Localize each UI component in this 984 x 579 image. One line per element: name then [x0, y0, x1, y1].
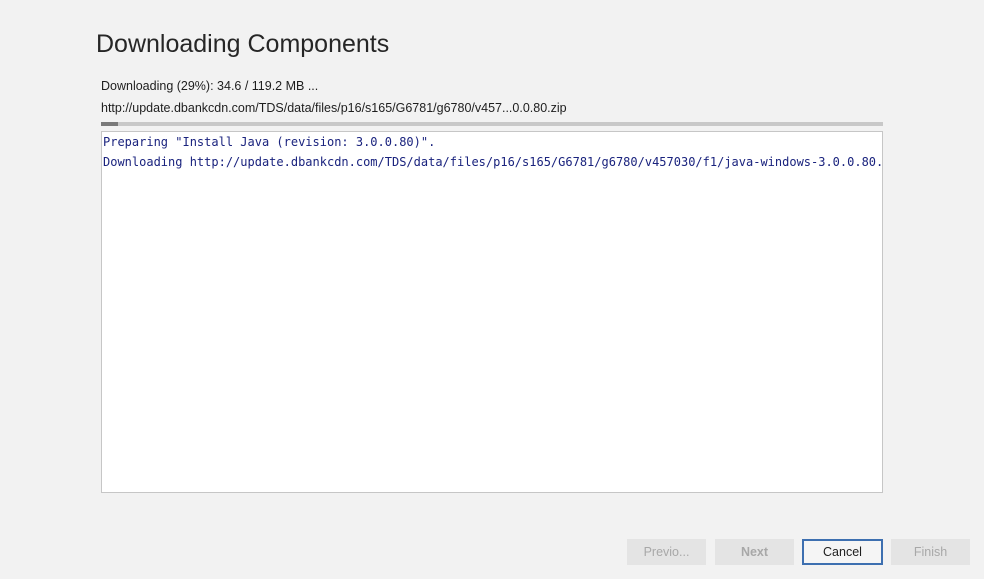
finish-button[interactable]: Finish: [891, 539, 970, 565]
cancel-button[interactable]: Cancel: [802, 539, 883, 565]
log-output-box[interactable]: Preparing "Install Java (revision: 3.0.0…: [101, 131, 883, 493]
download-progress-bar: [101, 122, 883, 126]
page-title: Downloading Components: [96, 30, 390, 58]
download-progress-fill: [101, 122, 119, 126]
log-line: Preparing "Install Java (revision: 3.0.0…: [103, 135, 436, 149]
log-line: Downloading http://update.dbankcdn.com/T…: [103, 155, 883, 169]
next-button[interactable]: Next: [715, 539, 794, 565]
download-status-text: Downloading (29%): 34.6 / 119.2 MB ...: [101, 79, 319, 93]
previous-button[interactable]: Previo...: [627, 539, 706, 565]
download-url-text: http://update.dbankcdn.com/TDS/data/file…: [101, 101, 567, 115]
